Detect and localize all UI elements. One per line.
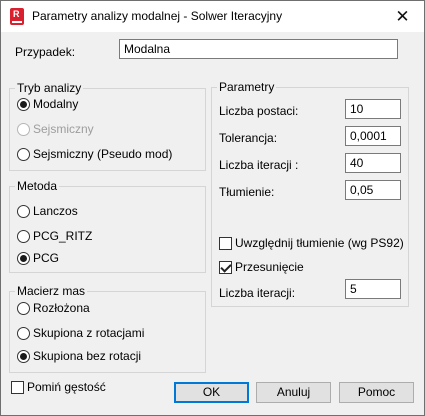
shift-iterations-label: Liczba iteracji: bbox=[219, 286, 296, 300]
radio-rozlozona-label[interactable]: Rozłożona bbox=[33, 301, 90, 315]
shift-label[interactable]: Przesunięcie bbox=[235, 260, 304, 274]
iterations-field[interactable]: 40 bbox=[345, 153, 401, 173]
mass-matrix-title: Macierz mas bbox=[15, 284, 88, 298]
radio-sejsmiczny-label: Sejsmiczny bbox=[33, 122, 94, 136]
damping-field[interactable]: 0,05 bbox=[345, 180, 401, 200]
case-label: Przypadek: bbox=[15, 45, 76, 59]
help-button[interactable]: Pomoc bbox=[339, 382, 414, 403]
radio-skupiona-bez-rotacji[interactable] bbox=[17, 350, 30, 363]
method-title: Metoda bbox=[15, 179, 60, 193]
radio-skupiona-bez-rotacji-label[interactable]: Skupiona bez rotacji bbox=[33, 349, 141, 363]
title-bar: Parametry analizy modalnej - Solwer Iter… bbox=[1, 1, 424, 32]
case-field[interactable]: Modalna bbox=[119, 39, 398, 59]
radio-lanczos-label[interactable]: Lanczos bbox=[33, 204, 78, 218]
radio-pcg-label[interactable]: PCG bbox=[33, 251, 59, 265]
radio-sejsmiczny-pseudo-label[interactable]: Sejsmiczny (Pseudo mod) bbox=[33, 147, 172, 161]
shift-iterations-field[interactable]: 5 bbox=[345, 279, 401, 299]
radio-skupiona-z-rotacjami-label[interactable]: Skupiona z rotacjami bbox=[33, 326, 144, 340]
skip-density-checkbox[interactable] bbox=[11, 381, 24, 394]
radio-sejsmiczny-pseudo[interactable] bbox=[17, 148, 30, 161]
window-title: Parametry analizy modalnej - Solwer Iter… bbox=[32, 9, 283, 23]
cancel-button[interactable]: Anuluj bbox=[256, 382, 331, 403]
radio-pcg-ritz[interactable] bbox=[17, 230, 30, 243]
shift-checkbox[interactable] bbox=[219, 261, 232, 274]
radio-pcg[interactable] bbox=[17, 252, 30, 265]
radio-skupiona-z-rotacjami[interactable] bbox=[17, 327, 30, 340]
close-icon[interactable]: ✕ bbox=[381, 1, 424, 32]
app-logo-icon bbox=[10, 8, 24, 25]
analysis-mode-title: Tryb analizy bbox=[15, 81, 84, 95]
ok-button[interactable]: OK bbox=[174, 382, 249, 403]
radio-modalny-label[interactable]: Modalny bbox=[33, 97, 78, 111]
radio-sejsmiczny bbox=[17, 123, 30, 136]
damping-label: Tłumienie: bbox=[219, 185, 275, 199]
iterations-label: Liczba iteracji : bbox=[219, 158, 299, 172]
modes-field[interactable]: 10 bbox=[345, 99, 401, 119]
include-damping-label[interactable]: Uwzględnij tłumienie (wg PS92) bbox=[235, 236, 404, 250]
modes-label: Liczba postaci: bbox=[219, 104, 299, 118]
radio-modalny[interactable] bbox=[17, 98, 30, 111]
skip-density-label[interactable]: Pomiń gęstość bbox=[27, 380, 106, 394]
radio-lanczos[interactable] bbox=[17, 205, 30, 218]
radio-rozlozona[interactable] bbox=[17, 302, 30, 315]
tolerance-label: Tolerancja: bbox=[219, 131, 278, 145]
tolerance-field[interactable]: 0,0001 bbox=[345, 126, 401, 146]
include-damping-checkbox[interactable] bbox=[219, 237, 232, 250]
dialog-window: Parametry analizy modalnej - Solwer Iter… bbox=[0, 0, 425, 416]
parameters-title: Parametry bbox=[217, 80, 277, 94]
radio-pcg-ritz-label[interactable]: PCG_RITZ bbox=[33, 229, 92, 243]
